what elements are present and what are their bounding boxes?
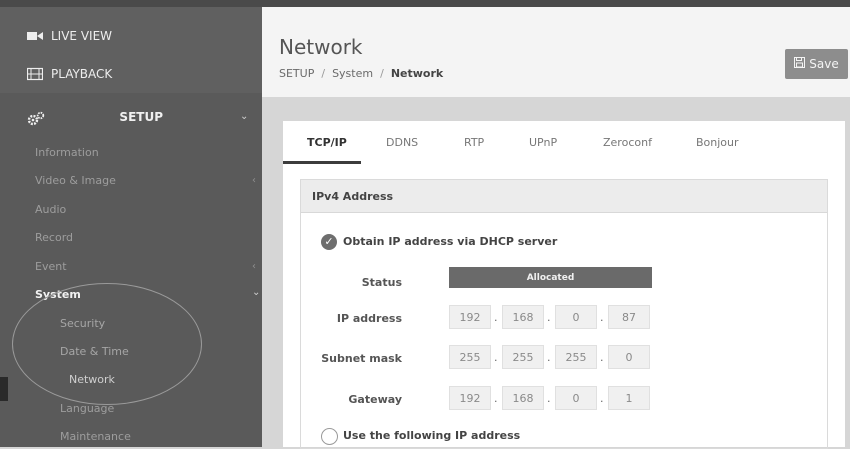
film-icon	[26, 67, 44, 81]
octet-separator: .	[547, 392, 551, 405]
ipv4-card: IPv4 Address ✓ Obtain IP address via DHC…	[300, 179, 828, 449]
ipv4-heading: IPv4 Address	[312, 190, 394, 203]
sidebar-item-event[interactable]: Event	[35, 260, 67, 273]
check-icon: ✓	[324, 235, 334, 248]
subnet-mask-label: Subnet mask	[321, 352, 402, 365]
breadcrumb-item[interactable]: SETUP	[279, 67, 314, 80]
breadcrumb-current: Network	[390, 67, 444, 80]
octet-separator: .	[600, 392, 604, 405]
ip-octet-4[interactable]: 87	[608, 305, 650, 329]
gateway-label: Gateway	[348, 393, 402, 406]
ip-address-label: IP address	[336, 312, 402, 325]
tab-bar: TCP/IP DDNS RTP UPnP Zeroconf Bonjour	[283, 121, 845, 164]
subnet-octet-2[interactable]: 255	[502, 345, 544, 369]
save-button[interactable]: Save	[785, 49, 848, 79]
ipv4-card-header: IPv4 Address	[301, 180, 827, 213]
sidebar-item-label: SETUP	[119, 110, 163, 124]
save-label: Save	[809, 57, 839, 71]
gateway-octet-2[interactable]: 168	[502, 386, 544, 410]
sidebar-item-live-view[interactable]: LIVE VIEW	[27, 24, 112, 48]
chevron-left-icon: ‹	[252, 175, 256, 186]
ip-octet-2[interactable]: 168	[502, 305, 544, 329]
status-value: Allocated	[449, 267, 652, 288]
highlight-circle	[12, 283, 202, 405]
sidebar-item-information[interactable]: Information	[35, 146, 99, 159]
tab-zeroconf[interactable]: Zeroconf	[603, 136, 652, 149]
sidebar-item-maintenance[interactable]: Maintenance	[60, 430, 131, 443]
sidebar-item-label: LIVE VIEW	[51, 29, 113, 43]
tab-ddns[interactable]: DDNS	[386, 136, 418, 149]
network-panel: TCP/IP DDNS RTP UPnP Zeroconf Bonjour IP…	[283, 121, 845, 449]
status-label: Status	[361, 276, 402, 289]
chevron-down-icon: ⌄	[252, 287, 261, 298]
top-strip	[0, 0, 850, 7]
tab-upnp[interactable]: UPnP	[529, 136, 557, 149]
octet-separator: .	[547, 351, 551, 364]
dhcp-radio[interactable]: ✓	[321, 234, 337, 250]
gateway-octet-3[interactable]: 0	[555, 386, 597, 410]
tab-bonjour[interactable]: Bonjour	[696, 136, 739, 149]
octet-separator: .	[494, 351, 498, 364]
gears-icon	[27, 111, 45, 127]
subnet-octet-4[interactable]: 0	[608, 345, 650, 369]
octet-separator: .	[600, 311, 604, 324]
floppy-disk-icon	[794, 57, 806, 71]
page-title: Network	[279, 35, 363, 59]
subnet-octet-1[interactable]: 255	[449, 345, 491, 369]
video-camera-icon	[27, 29, 43, 43]
ip-octet-3[interactable]: 0	[555, 305, 597, 329]
gateway-octet-1[interactable]: 192	[449, 386, 491, 410]
octet-separator: .	[600, 351, 604, 364]
dhcp-radio-label[interactable]: Obtain IP address via DHCP server	[343, 235, 557, 248]
sidebar-item-label: PLAYBACK	[51, 67, 113, 81]
active-marker	[0, 377, 8, 401]
octet-separator: .	[494, 392, 498, 405]
sidebar-item-setup[interactable]: SETUP ⌄	[0, 105, 262, 133]
static-ip-radio[interactable]	[321, 428, 338, 445]
ip-octet-1[interactable]: 192	[449, 305, 491, 329]
breadcrumb: SETUP / System / Network	[279, 67, 444, 80]
sidebar-item-record[interactable]: Record	[35, 231, 73, 244]
breadcrumb-item[interactable]: System	[332, 67, 373, 80]
sidebar-item-audio[interactable]: Audio	[35, 203, 66, 216]
tab-tcpip[interactable]: TCP/IP	[307, 136, 347, 149]
chevron-down-icon: ⌄	[240, 111, 249, 122]
sidebar-item-playback[interactable]: PLAYBACK	[26, 62, 113, 86]
static-ip-radio-label[interactable]: Use the following IP address	[343, 429, 520, 442]
octet-separator: .	[494, 311, 498, 324]
sidebar-item-video-image[interactable]: Video & Image	[35, 174, 116, 187]
octet-separator: .	[547, 311, 551, 324]
subnet-octet-3[interactable]: 255	[555, 345, 597, 369]
chevron-left-icon: ‹	[252, 261, 256, 272]
page-header: Network SETUP / System / Network Save	[262, 7, 850, 97]
active-tab-indicator	[283, 161, 361, 164]
tab-rtp[interactable]: RTP	[464, 136, 484, 149]
gateway-octet-4[interactable]: 1	[608, 386, 650, 410]
sidebar-top-nav: LIVE VIEW PLAYBACK	[0, 7, 262, 93]
sidebar: LIVE VIEW PLAYBACK SETUP ⌄ Information V…	[0, 7, 262, 447]
